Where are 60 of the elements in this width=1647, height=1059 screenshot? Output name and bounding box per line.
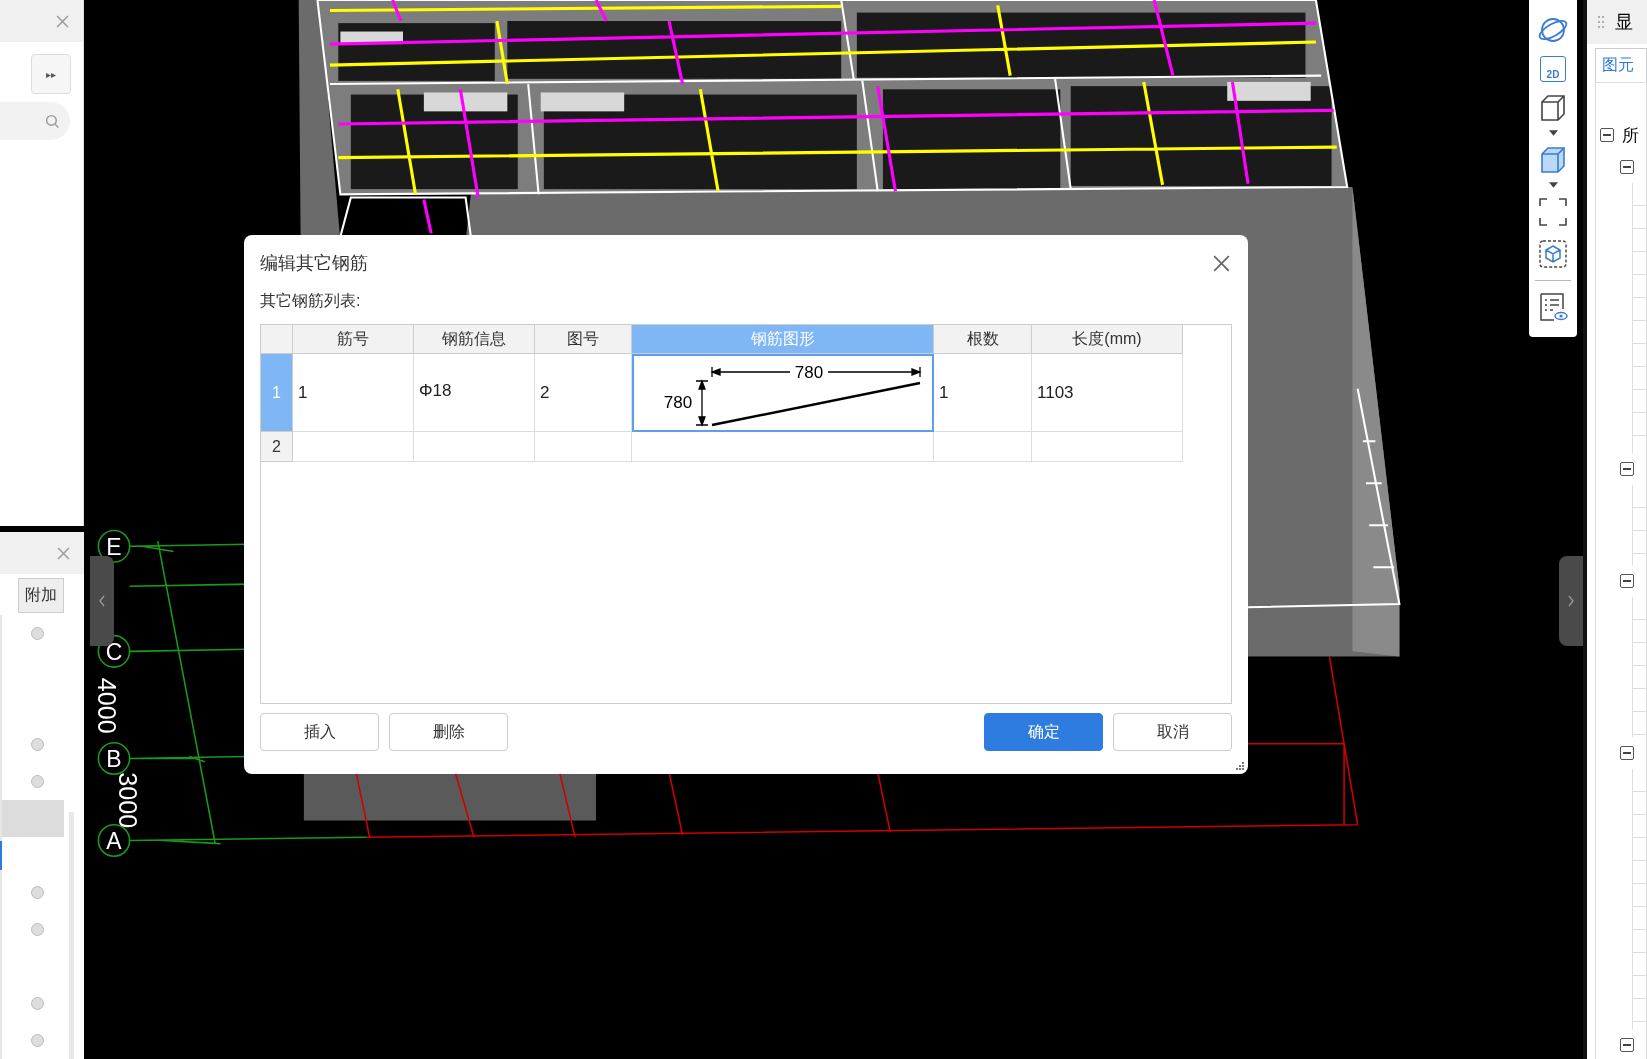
search-field[interactable]	[0, 102, 70, 140]
collapse-toggle[interactable]	[1620, 746, 1634, 760]
list-view-icon[interactable]	[1537, 291, 1569, 323]
list-label: 其它钢筋列表:	[260, 291, 362, 311]
fit-view-icon[interactable]	[1537, 196, 1569, 228]
collapse-toggle[interactable]	[1600, 128, 1614, 142]
table-cell[interactable]: 1103	[1032, 354, 1183, 432]
table-cell[interactable]: Φ18	[414, 354, 535, 432]
collapse-toggle[interactable]	[1620, 574, 1634, 588]
collapse-toggle[interactable]	[1620, 160, 1634, 174]
table-cell[interactable]: 2	[535, 354, 632, 432]
collapse-toggle[interactable]	[1620, 1038, 1634, 1052]
dialog-button[interactable]: 删除	[389, 713, 508, 751]
column-header[interactable]: 长度(mm)	[1032, 325, 1183, 354]
table-cell[interactable]	[293, 432, 414, 462]
dialog-button[interactable]: 插入	[260, 713, 379, 751]
column-header[interactable]: 根数	[934, 325, 1032, 354]
close-icon[interactable]	[1213, 254, 1230, 272]
collapse-toggle[interactable]	[1620, 462, 1634, 476]
column-header[interactable]: 附加	[18, 578, 64, 613]
table-cell[interactable]	[1032, 432, 1183, 462]
search-icon	[45, 113, 60, 129]
radio-button[interactable]	[31, 738, 44, 751]
dialog-button[interactable]: 取消	[1113, 713, 1232, 751]
panel-title: 显	[1615, 11, 1633, 34]
radio-button[interactable]	[31, 627, 44, 640]
close-icon[interactable]	[57, 546, 70, 560]
table-cell[interactable]: 1	[293, 354, 414, 432]
radio-button[interactable]	[31, 923, 44, 936]
row-header[interactable]: 2	[261, 432, 293, 462]
drag-handle-icon[interactable]	[1597, 15, 1605, 29]
chevron-left-icon	[98, 595, 106, 607]
collapse-handle[interactable]	[1559, 556, 1583, 646]
column-header[interactable]: 筋号	[293, 325, 414, 354]
radio-button[interactable]	[31, 1034, 44, 1047]
table-cell[interactable]: 1	[934, 354, 1032, 432]
corner-cell	[261, 325, 293, 354]
radio-button[interactable]	[31, 886, 44, 899]
tree-item[interactable]: 所	[1622, 123, 1639, 147]
expand-button[interactable]: ▸▸	[31, 54, 71, 94]
resize-grip-icon[interactable]	[1235, 761, 1245, 771]
panel-tab[interactable]: 图元	[1595, 48, 1647, 82]
caret-icon[interactable]	[1548, 182, 1558, 188]
radio-button[interactable]	[31, 997, 44, 1010]
table-cell[interactable]	[632, 432, 934, 462]
focus-marker	[0, 841, 2, 870]
table-cell[interactable]	[535, 432, 632, 462]
chevron-right-icon	[1567, 595, 1575, 607]
2d-view-button[interactable]: 2D	[1540, 56, 1566, 82]
column-header[interactable]: 图号	[535, 325, 632, 354]
column-header[interactable]: 钢筋信息	[414, 325, 535, 354]
radio-button[interactable]	[31, 775, 44, 788]
confirm-button[interactable]: 确定	[984, 713, 1103, 751]
dialog-title: 编辑其它钢筋	[260, 252, 368, 275]
close-icon[interactable]	[56, 14, 69, 28]
span-dimension: 4000	[93, 677, 122, 734]
table-cell[interactable]	[414, 432, 535, 462]
table-cell[interactable]	[934, 432, 1032, 462]
cube-icon[interactable]	[1537, 238, 1569, 270]
caret-icon[interactable]	[1548, 130, 1558, 136]
